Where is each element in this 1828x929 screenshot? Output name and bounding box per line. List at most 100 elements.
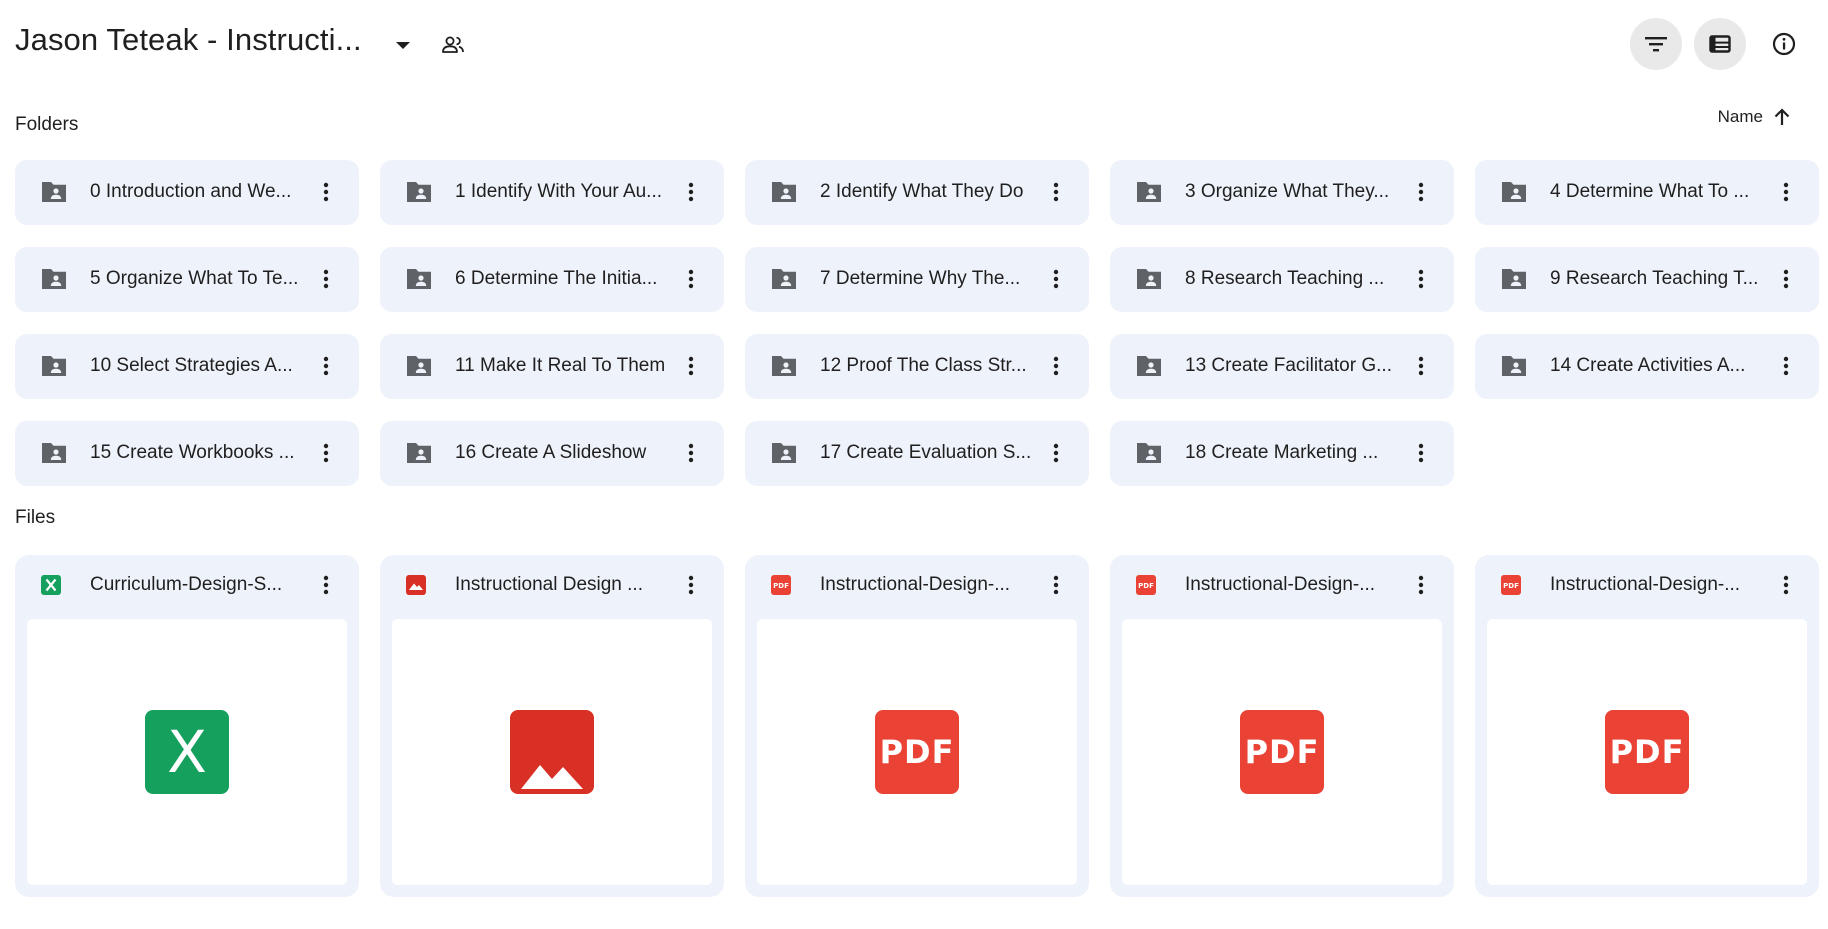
more-vert-icon: [1053, 269, 1059, 289]
more-actions-button[interactable]: [311, 570, 341, 600]
file-preview[interactable]: PDF: [1122, 619, 1442, 885]
list-view-button[interactable]: [1694, 18, 1746, 70]
folder-card[interactable]: 15 Create Workbooks ...: [15, 421, 359, 486]
file-grid: Curriculum-Design-S... X Instructional Des…: [15, 555, 1819, 897]
shared-folder-icon: [1137, 356, 1161, 376]
more-actions-button[interactable]: [676, 177, 706, 207]
folder-name: 1 Identify With Your Au...: [455, 181, 663, 202]
more-actions-button[interactable]: [1041, 438, 1071, 468]
folder-card[interactable]: 12 Proof The Class Str...: [745, 334, 1089, 399]
more-actions-button[interactable]: [676, 570, 706, 600]
more-vert-icon: [688, 269, 694, 289]
more-actions-button[interactable]: [311, 438, 341, 468]
info-icon: [1772, 32, 1796, 56]
folder-card[interactable]: 16 Create A Slideshow: [380, 421, 724, 486]
folder-card[interactable]: 5 Organize What To Te...: [15, 247, 359, 312]
shared-folder-icon: [772, 443, 796, 463]
file-card[interactable]: PDF Instructional-Design-... PDF: [1475, 555, 1819, 897]
folder-card[interactable]: 13 Create Facilitator G...: [1110, 334, 1454, 399]
folder-name: 18 Create Marketing ...: [1185, 442, 1379, 463]
file-card[interactable]: PDF Instructional-Design-... PDF: [745, 555, 1089, 897]
more-actions-button[interactable]: [1406, 264, 1436, 294]
folder-card[interactable]: 3 Organize What They...: [1110, 160, 1454, 225]
folder-card[interactable]: 6 Determine The Initia...: [380, 247, 724, 312]
folder-card[interactable]: 9 Research Teaching T...: [1475, 247, 1819, 312]
more-actions-button[interactable]: [1406, 351, 1436, 381]
more-actions-button[interactable]: [1406, 438, 1436, 468]
more-vert-icon: [1783, 269, 1789, 289]
file-card[interactable]: PDF Instructional-Design-... PDF: [1110, 555, 1454, 897]
file-preview[interactable]: [392, 619, 712, 885]
more-vert-icon: [1418, 575, 1424, 595]
folder-title[interactable]: Jason Teteak - Instructi...: [15, 22, 362, 58]
sort-by-name-button[interactable]: Name: [1718, 107, 1791, 127]
more-vert-icon: [1418, 443, 1424, 463]
details-button[interactable]: [1758, 18, 1810, 70]
more-vert-icon: [1783, 356, 1789, 376]
more-vert-icon: [323, 356, 329, 376]
shared-people-icon[interactable]: [438, 30, 468, 60]
file-preview[interactable]: PDF: [757, 619, 1077, 885]
more-actions-button[interactable]: [1406, 570, 1436, 600]
folder-card[interactable]: 1 Identify With Your Au...: [380, 160, 724, 225]
more-actions-button[interactable]: [1771, 351, 1801, 381]
shared-folder-icon: [1137, 443, 1161, 463]
more-actions-button[interactable]: [1041, 264, 1071, 294]
folder-card[interactable]: 2 Identify What They Do: [745, 160, 1089, 225]
folder-name: 5 Organize What To Te...: [90, 268, 299, 289]
file-name: Instructional-Design-...: [1185, 574, 1376, 595]
svg-text:PDF: PDF: [1138, 582, 1154, 590]
folder-card[interactable]: 14 Create Activities A...: [1475, 334, 1819, 399]
folder-name: 7 Determine Why The...: [820, 268, 1021, 289]
folder-card[interactable]: 7 Determine Why The...: [745, 247, 1089, 312]
folder-name: 13 Create Facilitator G...: [1185, 355, 1392, 376]
pdf-label: PDF: [1244, 733, 1320, 771]
more-actions-button[interactable]: [311, 351, 341, 381]
folder-card[interactable]: 10 Select Strategies A...: [15, 334, 359, 399]
folder-card[interactable]: 17 Create Evaluation S...: [745, 421, 1089, 486]
file-preview[interactable]: PDF: [1487, 619, 1807, 885]
more-vert-icon: [323, 182, 329, 202]
folder-card[interactable]: 4 Determine What To ...: [1475, 160, 1819, 225]
title-dropdown-icon[interactable]: [390, 33, 416, 59]
excel-letter: X: [167, 718, 207, 786]
folder-card[interactable]: 8 Research Teaching ...: [1110, 247, 1454, 312]
folder-name: 9 Research Teaching T...: [1550, 268, 1759, 289]
folder-name: 14 Create Activities A...: [1550, 355, 1746, 376]
more-actions-button[interactable]: [676, 351, 706, 381]
more-vert-icon: [1783, 182, 1789, 202]
folder-card[interactable]: 18 Create Marketing ...: [1110, 421, 1454, 486]
file-preview[interactable]: X: [27, 619, 347, 885]
file-card[interactable]: Instructional Design ...: [380, 555, 724, 897]
pdf-label: PDF: [879, 733, 955, 771]
more-actions-button[interactable]: [311, 264, 341, 294]
more-vert-icon: [1053, 575, 1059, 595]
shared-folder-icon: [42, 443, 66, 463]
folder-name: 10 Select Strategies A...: [90, 355, 293, 376]
more-actions-button[interactable]: [1041, 351, 1071, 381]
more-actions-button[interactable]: [1041, 570, 1071, 600]
more-actions-button[interactable]: [311, 177, 341, 207]
more-vert-icon: [688, 356, 694, 376]
shared-folder-icon: [407, 182, 431, 202]
preview-pdf-icon: PDF: [1605, 710, 1689, 794]
folder-card[interactable]: 11 Make It Real To Them: [380, 334, 724, 399]
file-card[interactable]: Curriculum-Design-S... X: [15, 555, 359, 897]
image-icon: [406, 575, 426, 595]
more-actions-button[interactable]: [1771, 177, 1801, 207]
shared-folder-icon: [1137, 269, 1161, 289]
filter-button[interactable]: [1630, 18, 1682, 70]
more-actions-button[interactable]: [1771, 570, 1801, 600]
shared-folder-icon: [1502, 269, 1526, 289]
preview-excel-icon: X: [145, 710, 229, 794]
folder-name: 12 Proof The Class Str...: [820, 355, 1027, 376]
more-actions-button[interactable]: [1771, 264, 1801, 294]
more-actions-button[interactable]: [676, 438, 706, 468]
preview-pdf-icon: PDF: [1240, 710, 1324, 794]
folder-card[interactable]: 0 Introduction and We...: [15, 160, 359, 225]
more-actions-button[interactable]: [676, 264, 706, 294]
more-actions-button[interactable]: [1406, 177, 1436, 207]
more-actions-button[interactable]: [1041, 177, 1071, 207]
file-name: Instructional Design ...: [455, 574, 643, 595]
list-view-icon: [1709, 35, 1731, 53]
